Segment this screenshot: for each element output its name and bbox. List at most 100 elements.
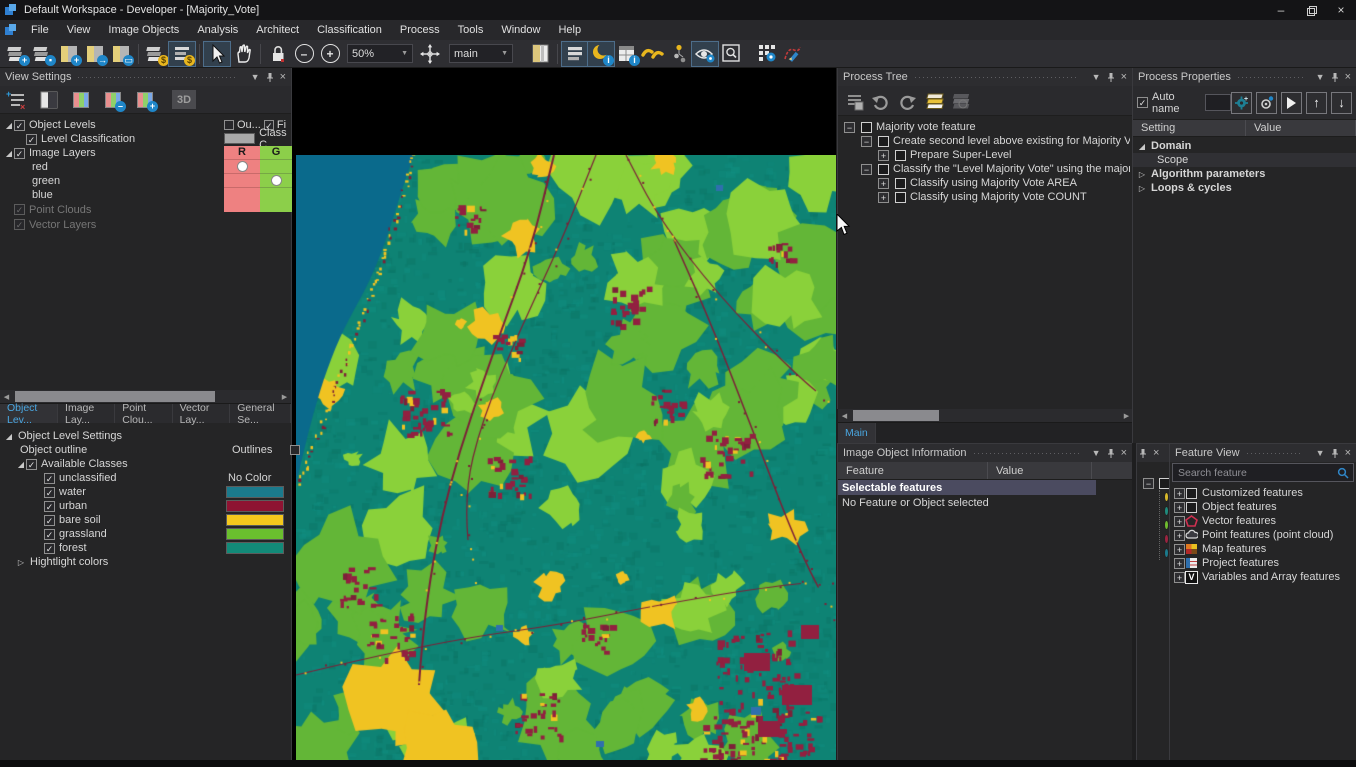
add-layer-mix-button[interactable]: +: [132, 88, 158, 112]
scroll-thumb[interactable]: [15, 391, 215, 402]
close-icon[interactable]: ×: [1121, 71, 1127, 83]
expand-icon[interactable]: ◢: [1137, 142, 1147, 151]
zoom-out-button[interactable]: –: [291, 42, 317, 66]
pan-hand-button[interactable]: [230, 42, 256, 66]
new-project-button[interactable]: +: [4, 42, 30, 66]
expand-plus-icon[interactable]: +: [1174, 502, 1185, 513]
panel-menu-icon[interactable]: ▼: [1316, 72, 1325, 82]
class-hierarchy-button[interactable]: [666, 42, 692, 66]
menu-classification[interactable]: Classification: [308, 20, 391, 40]
class-row-bare-soil[interactable]: ✓bare soil: [4, 513, 288, 527]
expand-plus-icon[interactable]: +: [1174, 530, 1185, 541]
outline-checkbox[interactable]: [224, 120, 234, 130]
tree-item-red[interactable]: red: [4, 160, 218, 174]
add-layer-button[interactable]: +: [56, 42, 82, 66]
redo-button[interactable]: [894, 89, 920, 113]
feature-item-vector[interactable]: +Vector features: [1174, 514, 1356, 528]
checkbox[interactable]: ✓: [14, 148, 25, 159]
expand-icon[interactable]: ◢: [16, 460, 26, 469]
class-row-grassland[interactable]: ✓grassland: [4, 527, 288, 541]
checkbox[interactable]: ✓: [26, 134, 37, 145]
checkbox[interactable]: ✓: [44, 487, 55, 498]
zoom-level-select[interactable]: 50%▼: [347, 44, 413, 63]
remove-layer-mix-button[interactable]: –: [100, 88, 126, 112]
view-settings-toggle-button[interactable]: [562, 42, 588, 66]
red-channel-column[interactable]: R: [224, 146, 260, 212]
move-up-button[interactable]: ↑: [1306, 92, 1327, 114]
scroll-thumb[interactable]: [853, 410, 939, 421]
process-item[interactable]: +Classify using Majority Vote AREA: [844, 176, 1130, 190]
process-name-input[interactable]: [1205, 94, 1231, 111]
execute-process-button[interactable]: [920, 89, 946, 113]
class-row-water[interactable]: ✓water: [4, 485, 288, 499]
tree-item-available-classes[interactable]: ◢✓Available Classes: [4, 457, 288, 471]
feature-item-variables[interactable]: +VVariables and Array features: [1174, 570, 1356, 584]
class-row-unclassified[interactable]: ✓unclassifiedNo Color: [4, 471, 288, 485]
restore-button[interactable]: [1296, 2, 1326, 18]
search-feature-input[interactable]: [1172, 463, 1354, 482]
pin-icon[interactable]: [266, 72, 274, 82]
collapse-minus-icon[interactable]: −: [1143, 478, 1154, 489]
expand-plus-icon[interactable]: +: [878, 192, 889, 203]
tab-vector-layers[interactable]: Vector Lay...: [173, 404, 231, 423]
red-assignment-dot[interactable]: [238, 162, 247, 171]
pin-icon[interactable]: [1107, 448, 1115, 458]
split-view-button[interactable]: [527, 42, 553, 66]
tab-general-settings[interactable]: General Se...: [230, 404, 291, 423]
zoom-window-button[interactable]: [718, 42, 744, 66]
scroll-left-icon[interactable]: ◀: [0, 393, 13, 401]
column-setting[interactable]: Setting: [1133, 120, 1246, 136]
close-button[interactable]: ×: [1326, 2, 1356, 18]
tab-point-clouds[interactable]: Point Clou...: [115, 404, 172, 423]
layer-values-button[interactable]: $: [143, 42, 169, 66]
column-feature[interactable]: Feature: [838, 462, 988, 479]
rgb-layer-view-button[interactable]: [68, 88, 94, 112]
panel-menu-icon[interactable]: ▼: [1092, 72, 1101, 82]
expand-icon[interactable]: ◢: [4, 149, 14, 158]
pin-icon[interactable]: [1331, 448, 1339, 458]
class-hierarchy-root[interactable]: −: [1143, 476, 1169, 490]
view-classification-button[interactable]: [692, 42, 718, 66]
setting-row-loops-cycles[interactable]: ▷Loops & cycles: [1133, 181, 1356, 195]
collapse-icon[interactable]: ▷: [16, 558, 26, 567]
collapse-minus-icon[interactable]: −: [861, 164, 872, 175]
expand-plus-icon[interactable]: +: [1174, 544, 1185, 555]
tree-item-vector-layers[interactable]: ✓Vector Layers: [4, 217, 218, 232]
expand-plus-icon[interactable]: +: [878, 150, 889, 161]
save-project-button[interactable]: ▪: [30, 42, 56, 66]
checkbox[interactable]: ✓: [14, 120, 25, 131]
green-assignment-dot[interactable]: [272, 176, 281, 185]
collapse-minus-icon[interactable]: −: [861, 136, 872, 147]
expand-plus-icon[interactable]: +: [1174, 488, 1185, 499]
menu-file[interactable]: File: [22, 20, 58, 40]
pin-icon[interactable]: [1331, 72, 1339, 82]
setting-row-algorithm-parameters[interactable]: ▷Algorithm parameters: [1133, 167, 1356, 181]
menu-window[interactable]: Window: [492, 20, 549, 40]
classification-view-button[interactable]: $: [169, 42, 195, 66]
tree-item-root[interactable]: ◢Object Level Settings: [4, 429, 288, 443]
tab-main[interactable]: Main: [838, 423, 876, 443]
grassland-color-swatch[interactable]: [226, 528, 284, 540]
pin-icon[interactable]: [1139, 448, 1147, 458]
checkbox[interactable]: ✓: [44, 543, 55, 554]
checkbox[interactable]: ✓: [26, 459, 37, 470]
algorithm-settings-button[interactable]: +: [1231, 92, 1252, 114]
class-row-forest[interactable]: ✓forest: [4, 541, 288, 555]
tree-item-highlight-colors[interactable]: ▷Hightlight colors: [4, 555, 288, 569]
feature-table-toggle-button[interactable]: i: [614, 42, 640, 66]
checkbox[interactable]: ✓: [44, 501, 55, 512]
panel-menu-icon[interactable]: ▼: [1092, 448, 1101, 458]
expand-icon[interactable]: ◢: [4, 121, 14, 130]
water-color-swatch[interactable]: [226, 486, 284, 498]
tree-item-blue[interactable]: blue: [4, 188, 218, 202]
process-list-button[interactable]: [842, 89, 868, 113]
forest-color-swatch[interactable]: [226, 542, 284, 554]
import-scene-button[interactable]: →: [82, 42, 108, 66]
manage-aliases-button[interactable]: [754, 42, 780, 66]
edit-level-list-button[interactable]: +×: [4, 88, 28, 112]
close-icon[interactable]: ×: [1345, 71, 1351, 83]
selectable-features-group-row[interactable]: Selectable features: [838, 480, 1096, 495]
menu-process[interactable]: Process: [391, 20, 449, 40]
close-icon[interactable]: ×: [1345, 447, 1351, 459]
bare-soil-color-swatch[interactable]: [226, 514, 284, 526]
